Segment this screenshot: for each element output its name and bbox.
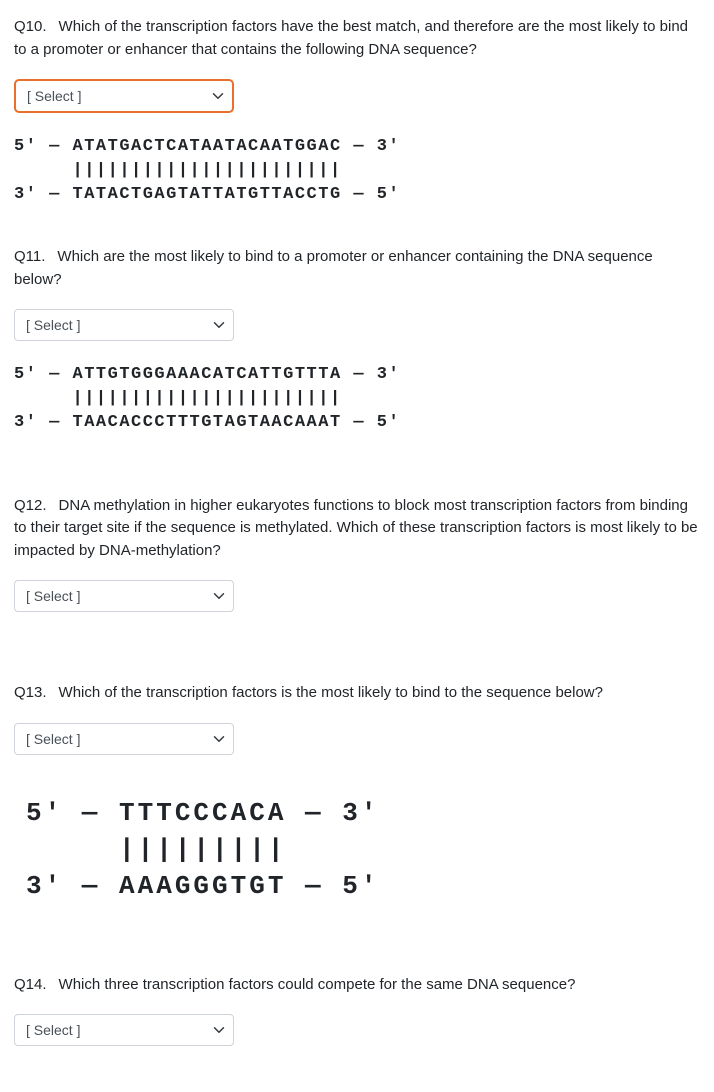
question-11-block: Q11.Which are the most likely to bind to… (14, 246, 700, 434)
question-10-text: Q10.Which of the transcription factors h… (14, 16, 700, 61)
question-11-text: Q11.Which are the most likely to bind to… (14, 246, 700, 291)
question-12-select[interactable]: [ Select ] (14, 580, 234, 612)
question-11-number: Q11. (14, 248, 45, 265)
question-10-number: Q10. (14, 18, 47, 35)
question-14-body: Which three transcription factors could … (59, 976, 576, 993)
question-12-block: Q12.DNA methylation in higher eukaryotes… (14, 495, 700, 613)
question-13-number: Q13. (14, 684, 47, 701)
question-13-sequence: 5' — TTTCCCACA — 3' ||||||||| 3' — AAAGG… (14, 795, 700, 904)
question-14-number: Q14. (14, 976, 47, 993)
question-14-text: Q14. Which three transcription factors co… (14, 974, 700, 997)
question-11-select[interactable]: [ Select ] (14, 309, 234, 341)
question-13-select[interactable]: [ Select ] (14, 723, 234, 755)
question-10-block: Q10.Which of the transcription factors h… (14, 16, 700, 206)
question-14-select[interactable]: [ Select ] (14, 1014, 234, 1046)
question-11-sequence: 5' — ATTGTGGGAAACATCATTGTTTA — 3' ||||||… (14, 363, 700, 434)
question-12-number: Q12. (14, 497, 47, 514)
question-13-block: Q13. Which of the transcription factors i… (14, 682, 700, 904)
question-11-body: Which are the most likely to bind to a p… (14, 248, 653, 288)
question-12-text: Q12.DNA methylation in higher eukaryotes… (14, 495, 700, 563)
question-13-body: Which of the transcription factors is th… (59, 684, 603, 701)
question-14-block: Q14. Which three transcription factors co… (14, 974, 700, 1047)
question-10-select[interactable]: [ Select ] (14, 79, 234, 113)
question-12-body: DNA methylation in higher eukaryotes fun… (14, 497, 698, 559)
question-10-body: Which of the transcription factors have … (14, 18, 688, 58)
question-13-text: Q13. Which of the transcription factors i… (14, 682, 700, 705)
question-10-sequence: 5' — ATATGACTCATAATACAATGGAC — 3' ||||||… (14, 135, 700, 206)
